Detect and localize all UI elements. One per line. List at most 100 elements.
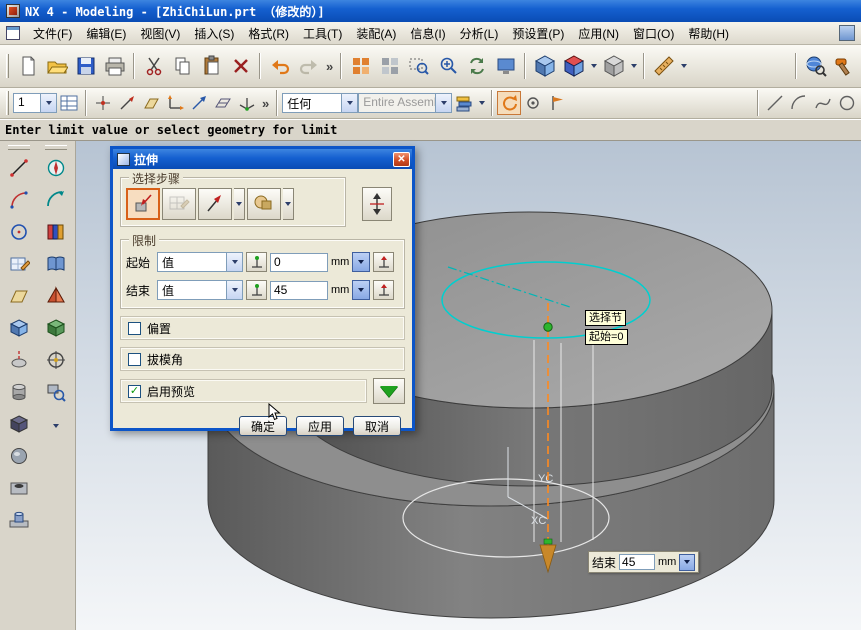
dialog-close-button[interactable]: ✕ <box>393 152 410 167</box>
new-button[interactable] <box>13 52 42 81</box>
spline-tool-button[interactable] <box>811 91 835 115</box>
menu-preferences[interactable]: 预设置(P) <box>505 23 571 44</box>
fit-view-button[interactable] <box>346 52 375 81</box>
information-button[interactable] <box>41 250 71 278</box>
arc-tool-button[interactable] <box>787 91 811 115</box>
reverse-direction-button[interactable] <box>362 187 392 221</box>
assembly-scope-combo[interactable]: Entire Assemb <box>358 93 452 113</box>
datum-csys-button[interactable] <box>163 91 187 115</box>
show-result-button[interactable] <box>373 378 405 404</box>
sketch-section-step-button[interactable] <box>162 188 196 220</box>
screen-button[interactable] <box>491 52 520 81</box>
line-tool-button[interactable] <box>763 91 787 115</box>
compass-button[interactable] <box>41 154 71 182</box>
direction-step-dropdown[interactable] <box>234 188 245 220</box>
menu-tools[interactable]: 工具(T) <box>296 23 349 44</box>
paste-button[interactable] <box>197 52 226 81</box>
snap-rotate-button[interactable] <box>497 91 521 115</box>
toolbar-grip[interactable] <box>45 145 67 150</box>
menu-insert[interactable]: 插入(S) <box>187 23 241 44</box>
customize-button[interactable] <box>830 52 859 81</box>
start-measure-button[interactable] <box>246 252 267 272</box>
hole-button[interactable] <box>4 474 34 502</box>
start-type-combo[interactable]: 值 <box>157 252 243 272</box>
iso-view-button[interactable] <box>530 52 559 81</box>
end-direction-button[interactable] <box>373 280 394 300</box>
display-mode-button[interactable] <box>599 52 628 81</box>
layer-stack-dropdown[interactable] <box>476 89 487 118</box>
save-button[interactable] <box>71 52 100 81</box>
layer-combo[interactable]: 1 <box>13 93 57 113</box>
datum-axis-button[interactable] <box>115 91 139 115</box>
snap-point-button[interactable] <box>521 91 545 115</box>
select-section-step-button[interactable] <box>126 188 160 220</box>
combo-drop-button[interactable] <box>40 94 56 112</box>
menu-assemblies[interactable]: 装配(A) <box>349 23 403 44</box>
apply-button[interactable]: 应用 <box>296 416 344 436</box>
boss-button[interactable] <box>4 506 34 534</box>
display-mode-dropdown[interactable] <box>628 52 639 81</box>
combo-drop-button[interactable] <box>226 281 242 299</box>
preview-checkbox[interactable]: ✓ <box>128 385 141 398</box>
datum-plane-button[interactable] <box>4 282 34 310</box>
circle-button[interactable] <box>4 218 34 246</box>
start-spinner-button[interactable] <box>352 252 370 272</box>
ok-button[interactable]: 确定 <box>239 416 287 436</box>
measure-button[interactable] <box>649 52 678 81</box>
layer-settings-button[interactable] <box>57 91 81 115</box>
zoom-in-button[interactable] <box>433 52 462 81</box>
menubar-corner-icon[interactable] <box>839 25 855 41</box>
end-handle[interactable] <box>544 539 552 544</box>
sphere-button[interactable] <box>4 442 34 470</box>
combo-drop-button[interactable] <box>226 253 242 271</box>
cut-button[interactable] <box>139 52 168 81</box>
target-button[interactable] <box>41 346 71 374</box>
datum-plane-button[interactable] <box>139 91 163 115</box>
start-point-handle[interactable] <box>544 323 552 331</box>
floating-end-spinner[interactable] <box>679 554 695 571</box>
copy-button[interactable] <box>168 52 197 81</box>
green-cube-button[interactable] <box>41 314 71 342</box>
menu-application[interactable]: 应用(N) <box>571 23 626 44</box>
combo-drop-button[interactable] <box>435 94 451 112</box>
layer-stack-button[interactable] <box>452 91 476 115</box>
toolbar-grip[interactable] <box>8 145 30 150</box>
zoom-gray-button[interactable] <box>375 52 404 81</box>
measure-arc-button[interactable] <box>41 186 71 214</box>
preview-flag-button[interactable] <box>545 91 569 115</box>
open-button[interactable] <box>42 52 71 81</box>
measure-dropdown[interactable] <box>678 52 689 81</box>
point-constructor-button[interactable] <box>91 91 115 115</box>
layer-books-button[interactable] <box>41 218 71 246</box>
plane-grid-button[interactable] <box>211 91 235 115</box>
floating-end-field[interactable] <box>619 554 655 570</box>
end-type-combo[interactable]: 值 <box>157 280 243 300</box>
document-icon[interactable] <box>6 26 20 40</box>
menu-help[interactable]: 帮助(H) <box>681 23 736 44</box>
toolbar-grip[interactable] <box>6 54 9 78</box>
toolbar-more-button[interactable] <box>41 412 71 440</box>
dialog-title-bar[interactable]: 拉伸 ✕ <box>113 149 412 169</box>
cylinder-button[interactable] <box>4 378 34 406</box>
start-value-field[interactable] <box>270 253 328 272</box>
menu-analysis[interactable]: 分析(L) <box>453 23 506 44</box>
shaded-view-button[interactable] <box>559 52 588 81</box>
menu-view[interactable]: 视图(V) <box>133 23 187 44</box>
offset-checkbox[interactable] <box>128 322 141 335</box>
browser-button[interactable] <box>801 52 830 81</box>
cancel-button[interactable]: 取消 <box>353 416 401 436</box>
block-button[interactable] <box>4 410 34 438</box>
redo-button[interactable] <box>294 52 323 81</box>
delete-button[interactable] <box>226 52 255 81</box>
draft-checkbox[interactable] <box>128 353 141 366</box>
zoom-window-button[interactable] <box>404 52 433 81</box>
boolean-step-button[interactable] <box>247 188 281 220</box>
sketch-button[interactable] <box>4 250 34 278</box>
shaded-view-dropdown[interactable] <box>588 52 599 81</box>
start-direction-button[interactable] <box>373 252 394 272</box>
combo-drop-button[interactable] <box>341 94 357 112</box>
refresh-button[interactable] <box>462 52 491 81</box>
pyramid-button[interactable] <box>41 282 71 310</box>
end-spinner-button[interactable] <box>352 280 370 300</box>
toolbar-grip[interactable] <box>6 91 9 115</box>
